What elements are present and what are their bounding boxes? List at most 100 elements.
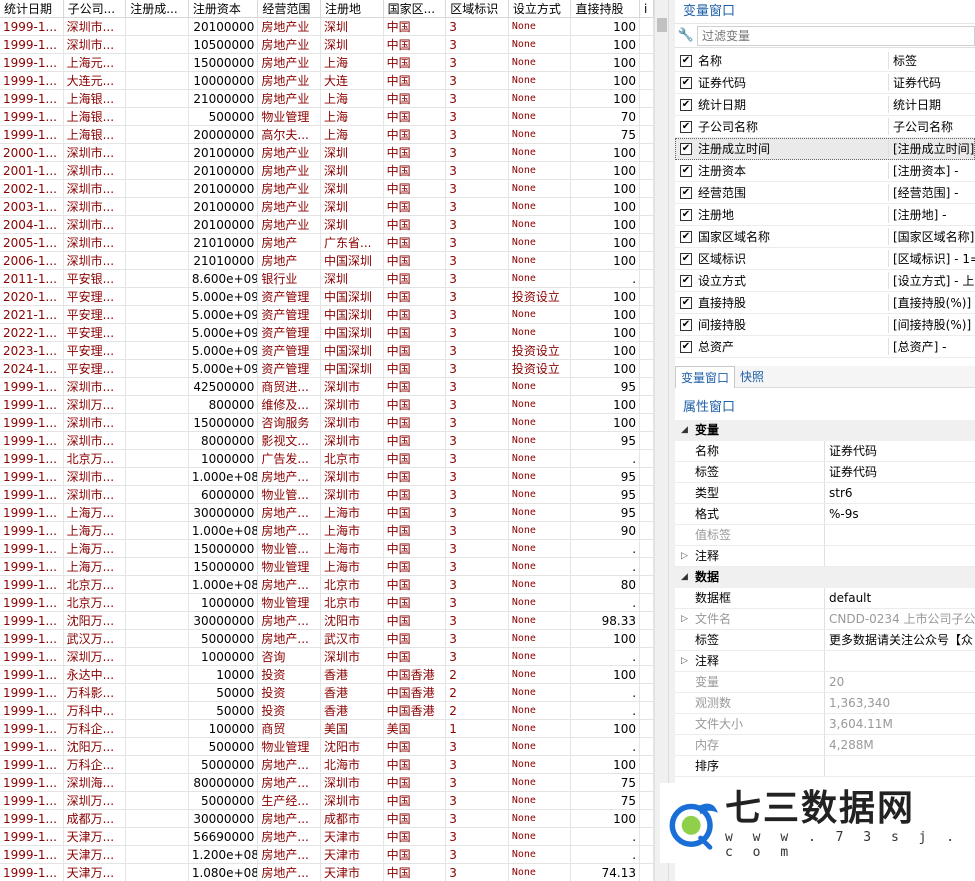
table-cell[interactable]: 1999-1...	[0, 522, 64, 540]
table-cell[interactable]	[126, 54, 189, 72]
table-cell[interactable]: 800000	[188, 396, 259, 414]
table-cell[interactable]: 房地产...	[258, 630, 321, 648]
table-cell[interactable]	[126, 630, 189, 648]
table-cell[interactable]: 95	[571, 504, 641, 522]
table-cell[interactable]: 影视文...	[258, 432, 321, 450]
table-cell[interactable]: 95	[571, 486, 641, 504]
table-cell[interactable]: 1999-1...	[0, 504, 64, 522]
table-cell[interactable]: 房地产	[258, 252, 321, 270]
section-variable[interactable]: ◢ 变量	[675, 420, 975, 441]
table-row[interactable]: 1999-1... 沈阳万... 30000000 房地产... 沈阳市 中国 3 None 9…	[0, 612, 654, 630]
table-cell[interactable]: 深圳	[321, 180, 384, 198]
table-cell[interactable]: 15000000	[188, 54, 259, 72]
table-cell[interactable]: 3	[446, 180, 509, 198]
table-cell[interactable]: 北京万...	[63, 450, 127, 468]
select-all-checkbox[interactable]: ✔	[680, 54, 692, 67]
property-value[interactable]: 3,604.11M	[825, 714, 975, 734]
column-header[interactable]: 注册成...	[126, 0, 189, 18]
table-cell[interactable]: 1999-1...	[0, 738, 64, 756]
table-cell[interactable]: 2006-1...	[0, 252, 64, 270]
table-row[interactable]: 1999-1... 上海万... 15000000 物业管... 上海市 中国 3 None.	[0, 540, 654, 558]
table-cell[interactable]: 3	[446, 630, 509, 648]
property-value[interactable]: 证券代码	[825, 462, 975, 482]
table-cell[interactable]: 中国	[383, 522, 447, 540]
table-cell[interactable]: None	[508, 612, 572, 630]
table-cell[interactable]: 1999-1...	[0, 414, 64, 432]
table-cell[interactable]: None	[508, 54, 572, 72]
table-cell[interactable]: 8000000	[188, 432, 259, 450]
table-cell[interactable]: 50000	[188, 684, 259, 702]
table-cell[interactable]: 物业管...	[258, 486, 321, 504]
table-cell[interactable]: 房地产...	[258, 612, 321, 630]
table-row[interactable]: 1999-1... 上海银... 21000000 房地产业 上海 中国 3 None 100	[0, 90, 654, 108]
table-cell[interactable]: 房地产业	[258, 198, 321, 216]
table-row[interactable]: 1999-1... 武汉万... 5000000 房地产... 武汉市 中国 3 None 10…	[0, 630, 654, 648]
table-cell[interactable]: 2000-1...	[0, 144, 64, 162]
table-row[interactable]: 1999-1... 深圳市... 1.000e+08 房地产... 深圳市 中国 3 None…	[0, 468, 654, 486]
variable-item[interactable]: ✔ 直接持股 [直接持股(%)] -	[675, 292, 975, 314]
table-cell[interactable]: 5.000e+09	[188, 342, 259, 360]
column-header[interactable]: 子公司...	[64, 0, 127, 18]
table-cell[interactable]	[126, 738, 189, 756]
table-cell[interactable]: 投资	[258, 666, 321, 684]
table-cell[interactable]: 深圳市...	[63, 18, 127, 36]
table-cell[interactable]: 深圳海...	[63, 774, 127, 792]
property-value[interactable]: 4,288M	[825, 735, 975, 755]
table-row[interactable]: 1999-1... 深圳市... 6000000 物业管... 深圳市 中国 3 None 95	[0, 486, 654, 504]
table-cell[interactable]	[126, 648, 189, 666]
variable-checkbox[interactable]: ✔	[680, 296, 692, 309]
table-cell[interactable]: 上海	[321, 108, 384, 126]
table-cell[interactable]: 中国深圳	[321, 342, 384, 360]
variable-checkbox[interactable]: ✔	[680, 208, 692, 221]
table-cell[interactable]	[126, 864, 189, 881]
table-cell[interactable]: 8.600e+09	[188, 270, 259, 288]
table-row[interactable]: 2022-1... 平安理... 5.000e+09 资产管理 中国深圳 中国 3 None 1…	[0, 324, 654, 342]
property-value[interactable]	[825, 756, 975, 776]
table-cell[interactable]: 中国	[383, 90, 447, 108]
table-cell[interactable]: 3	[446, 540, 509, 558]
variable-item[interactable]: ✔ 国家区域名称 [国家区域名称] -	[675, 226, 975, 248]
table-cell[interactable]: None	[508, 630, 572, 648]
table-cell[interactable]: 资产管理	[258, 324, 321, 342]
variable-checkbox[interactable]: ✔	[680, 142, 692, 155]
table-cell[interactable]: 1999-1...	[0, 18, 64, 36]
property-row[interactable]: 标签 证券代码	[675, 462, 975, 483]
table-cell[interactable]: 投资	[258, 684, 321, 702]
property-value[interactable]: CNDD-0234 上市公司子公司	[825, 609, 975, 629]
table-cell[interactable]: 95	[571, 378, 641, 396]
table-cell[interactable]	[126, 36, 189, 54]
table-cell[interactable]: 房地产	[258, 234, 321, 252]
table-cell[interactable]	[126, 198, 189, 216]
table-cell[interactable]: None	[508, 72, 572, 90]
variable-checkbox[interactable]: ✔	[680, 318, 692, 331]
table-row[interactable]: 1999-1... 天津万... 1.200e+08 房地产... 天津市 中国 3 None…	[0, 846, 654, 864]
collapse-triangle-icon[interactable]: ◢	[681, 420, 695, 441]
table-cell[interactable]: 中国	[383, 432, 447, 450]
table-cell[interactable]: 6000000	[188, 486, 259, 504]
table-cell[interactable]: 1	[446, 720, 509, 738]
table-cell[interactable]: 3	[446, 504, 509, 522]
table-cell[interactable]: 1999-1...	[0, 72, 64, 90]
table-cell[interactable]: 80000000	[188, 774, 259, 792]
table-cell[interactable]: .	[571, 558, 641, 576]
table-cell[interactable]: 资产管理	[258, 306, 321, 324]
table-cell[interactable]: 3	[446, 756, 509, 774]
table-cell[interactable]: 平安理...	[63, 342, 127, 360]
table-cell[interactable]: 100	[571, 396, 641, 414]
table-cell[interactable]: 深圳市	[321, 486, 384, 504]
table-cell[interactable]: 2023-1...	[0, 342, 64, 360]
table-cell[interactable]	[126, 126, 189, 144]
table-row[interactable]: 1999-1... 天津万... 56690000 房地产... 天津市 中国 3 None.	[0, 828, 654, 846]
table-cell[interactable]: 平安理...	[63, 306, 127, 324]
table-cell[interactable]: 3	[446, 864, 509, 881]
table-cell[interactable]: 上海元...	[63, 54, 127, 72]
table-cell[interactable]	[126, 306, 189, 324]
variable-checkbox[interactable]: ✔	[680, 164, 692, 177]
table-cell[interactable]: 1999-1...	[0, 468, 64, 486]
variable-checkbox[interactable]: ✔	[680, 230, 692, 243]
table-cell[interactable]: 投资设立	[508, 342, 572, 360]
table-row[interactable]: 1999-1... 沈阳万... 500000 物业管理 沈阳市 中国 3 None.	[0, 738, 654, 756]
table-cell[interactable]: 上海	[321, 90, 384, 108]
table-cell[interactable]: 香港	[321, 702, 384, 720]
table-cell[interactable]: 3	[446, 54, 509, 72]
